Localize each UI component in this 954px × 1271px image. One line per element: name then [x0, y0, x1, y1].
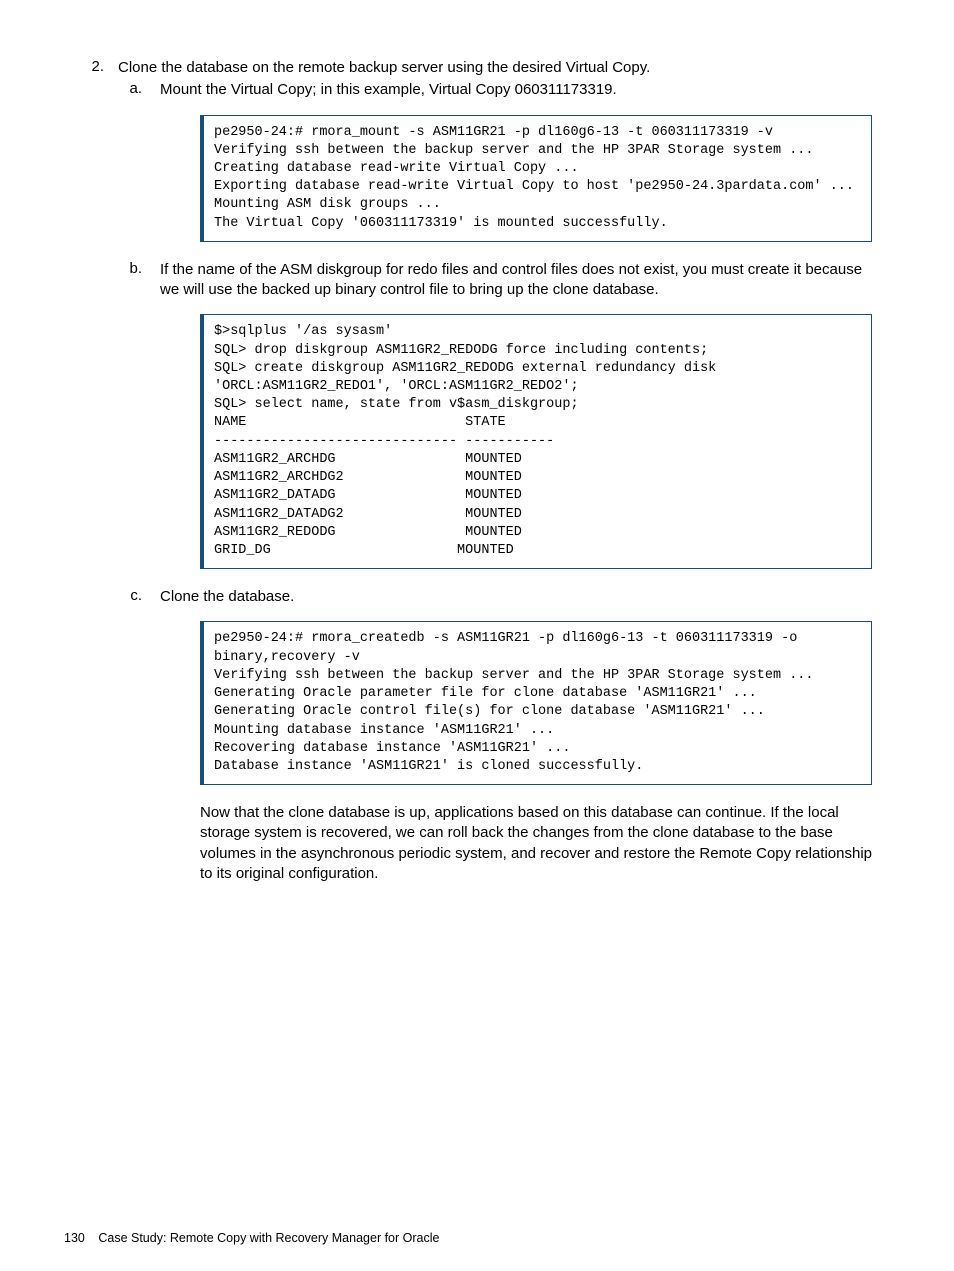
code-block-sqlplus: $>sqlplus '/as sysasm' SQL> drop diskgro… [200, 314, 872, 569]
step-2a-text: Mount the Virtual Copy; in this example,… [160, 80, 872, 100]
step-2c-text: Clone the database. [160, 587, 872, 607]
step-2-text: Clone the database on the remote backup … [118, 58, 872, 78]
step-2c-marker: c. [118, 587, 160, 607]
step-2b: b. If the name of the ASM diskgroup for … [118, 260, 872, 301]
step-2-marker: 2. [82, 58, 118, 78]
step-2a-marker: a. [118, 80, 160, 100]
step-2b-text: If the name of the ASM diskgroup for red… [160, 260, 872, 301]
step-2: 2. Clone the database on the remote back… [82, 58, 872, 78]
code-block-createdb: pe2950-24:# rmora_createdb -s ASM11GR21 … [200, 621, 872, 785]
document-page: 2. Clone the database on the remote back… [0, 0, 954, 1271]
step-2b-marker: b. [118, 260, 160, 301]
step-2c: c. Clone the database. [118, 587, 872, 607]
closing-paragraph: Now that the clone database is up, appli… [200, 803, 872, 884]
step-2a: a. Mount the Virtual Copy; in this examp… [118, 80, 872, 100]
page-footer: 130 Case Study: Remote Copy with Recover… [64, 1231, 439, 1245]
chapter-title: Case Study: Remote Copy with Recovery Ma… [98, 1231, 439, 1245]
page-number: 130 [64, 1231, 85, 1245]
code-block-mount: pe2950-24:# rmora_mount -s ASM11GR21 -p … [200, 115, 872, 242]
